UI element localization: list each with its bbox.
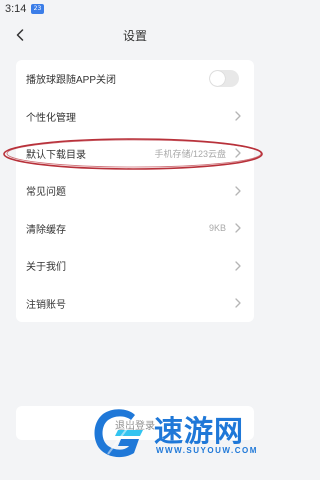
download-directory-label: 默认下载目录 <box>26 149 86 161</box>
settings-list: 播放球跟随APP关闭 个性化管理 默认下载目录 手机存储/123云盘 常见问题 … <box>16 60 254 322</box>
settings-row-clear-cache[interactable]: 清除缓存 9KB <box>16 210 254 247</box>
watermark-logo-icon <box>94 409 143 458</box>
settings-row-personalization[interactable]: 个性化管理 <box>16 97 254 134</box>
watermark-url: WWW.SUYOUW.COM <box>156 446 258 455</box>
clear-cache-label: 清除缓存 <box>26 224 66 236</box>
about-us-label: 关于我们 <box>26 262 66 274</box>
settings-row-faq[interactable]: 常见问题 <box>16 172 254 209</box>
download-directory-value: 手机存储/123云盘 <box>154 148 226 159</box>
chevron-right-icon <box>235 261 241 271</box>
chevron-right-icon <box>235 223 241 233</box>
status-bar: 3:14 23 <box>0 0 270 20</box>
settings-row-delete-account[interactable]: 注销账号 <box>16 284 254 321</box>
back-button[interactable] <box>10 22 30 48</box>
navigation-bar: 设置 <box>0 22 270 48</box>
status-time: 3:14 <box>5 3 27 15</box>
settings-row-about-us[interactable]: 关于我们 <box>16 247 254 284</box>
floating-ball-toggle[interactable] <box>209 70 239 88</box>
delete-account-label: 注销账号 <box>26 299 66 311</box>
notification-badge: 23 <box>31 4 44 14</box>
page-title: 设置 <box>122 29 147 43</box>
personalization-label: 个性化管理 <box>26 112 76 124</box>
chevron-right-icon <box>235 148 241 159</box>
floating-ball-label: 播放球跟随APP关闭 <box>26 75 117 87</box>
watermark-title: 速游网 <box>154 414 245 448</box>
site-watermark: 速游网 WWW.SUYOUW.COM <box>88 402 264 464</box>
chevron-right-icon <box>235 298 241 308</box>
chevron-left-icon <box>16 29 24 41</box>
chevron-right-icon <box>235 186 241 196</box>
cache-size-value: 9KB <box>208 223 226 234</box>
settings-row-floating-ball[interactable]: 播放球跟随APP关闭 <box>16 60 254 97</box>
faq-label: 常见问题 <box>26 187 66 199</box>
toggle-knob <box>210 71 225 87</box>
settings-row-download-directory[interactable]: 默认下载目录 手机存储/123云盘 <box>16 135 254 172</box>
chevron-right-icon <box>235 111 241 121</box>
